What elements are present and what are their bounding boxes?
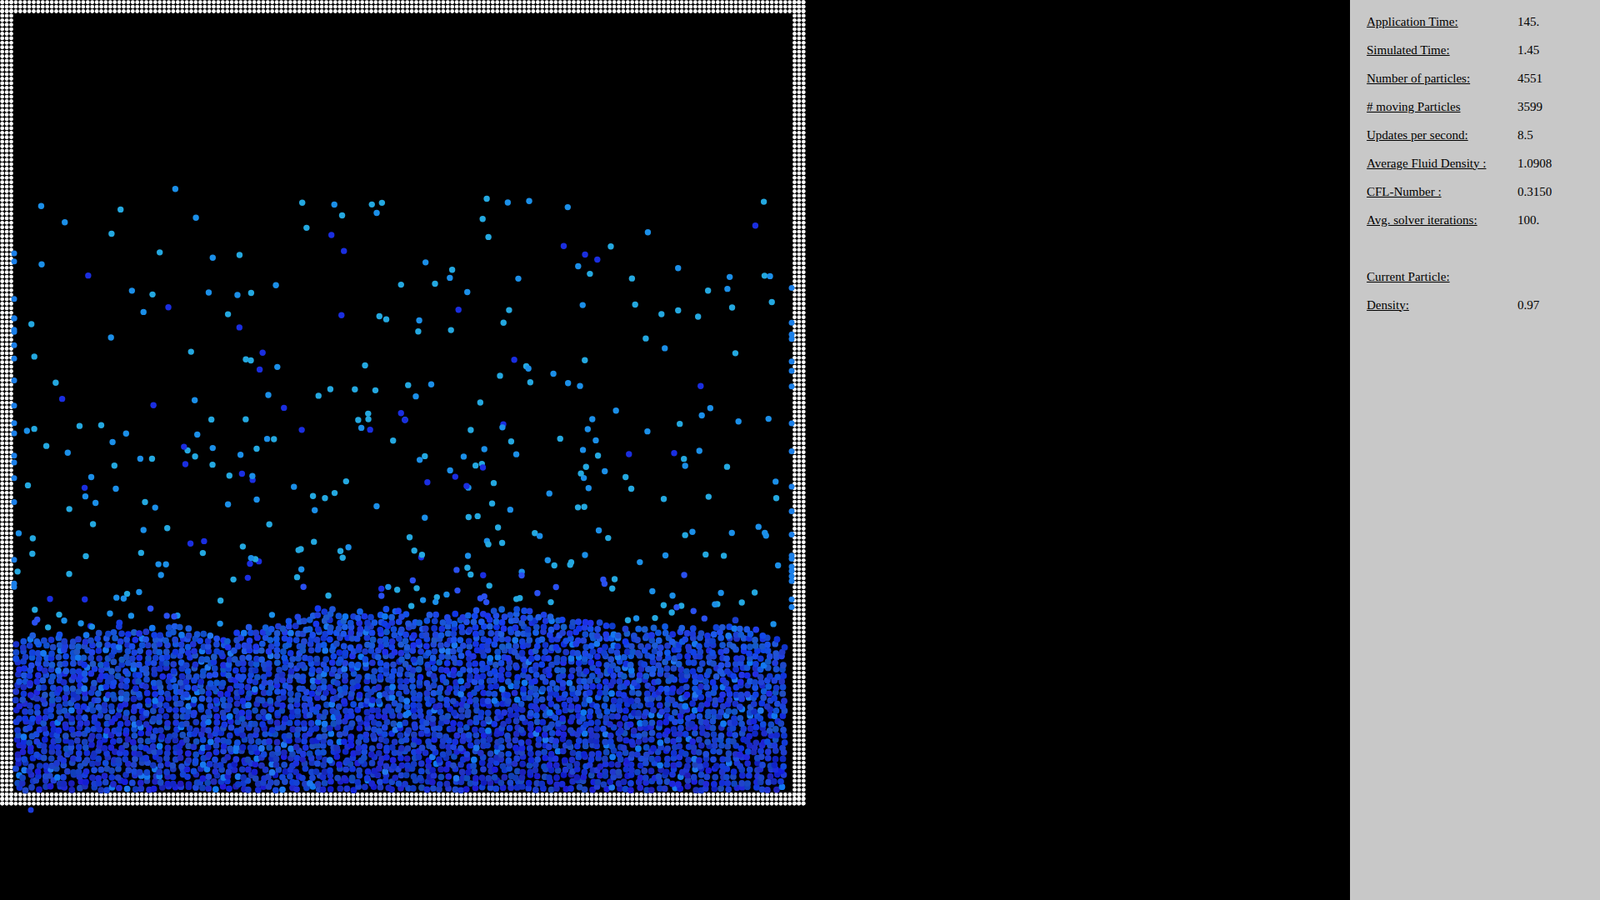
stat-row: Density:0.97	[1366, 290, 1594, 320]
spacer	[1366, 234, 1594, 263]
stat-value: 1.0908	[1517, 156, 1594, 171]
stat-row: # moving Particles3599	[1366, 92, 1594, 121]
stat-label: Simulated Time:	[1366, 43, 1518, 58]
section-heading: Current Particle:	[1366, 270, 1518, 285]
stat-label: CFL-Number :	[1366, 185, 1518, 200]
stat-label: Avg. solver iterations:	[1366, 213, 1518, 228]
stat-value: 0.3150	[1517, 185, 1594, 200]
stat-value: 1.45	[1517, 43, 1594, 58]
stat-label: Average Fluid Density :	[1366, 156, 1518, 171]
stat-label: # moving Particles	[1366, 100, 1518, 115]
section-heading-row: Current Particle:	[1366, 262, 1594, 291]
stat-row: Simulated Time:1.45	[1366, 35, 1594, 65]
stat-row: Application Time:145.	[1366, 7, 1594, 36]
stat-row: Average Fluid Density :1.0908	[1366, 149, 1594, 178]
stat-row: Number of particles:4551	[1366, 64, 1594, 93]
stat-value: 4551	[1517, 71, 1594, 86]
stat-value: 145.	[1517, 15, 1594, 30]
fluid-canvas	[0, 0, 817, 825]
stat-row: Updates per second:8.5	[1366, 120, 1594, 150]
stats-panel: Application Time:145.Simulated Time:1.45…	[1350, 0, 1600, 900]
stat-row: Avg. solver iterations:100.	[1366, 205, 1594, 235]
stat-label: Density:	[1366, 298, 1518, 313]
stat-value: 8.5	[1517, 128, 1594, 143]
stat-label: Updates per second:	[1366, 128, 1518, 143]
stat-value: 3599	[1517, 100, 1594, 115]
stat-label: Number of particles:	[1366, 71, 1518, 86]
simulation-view	[0, 0, 1350, 900]
stat-value: 100.	[1517, 213, 1594, 228]
stat-row: CFL-Number :0.3150	[1366, 177, 1594, 206]
stat-label: Application Time:	[1366, 15, 1518, 30]
stat-value: 0.97	[1517, 298, 1594, 313]
